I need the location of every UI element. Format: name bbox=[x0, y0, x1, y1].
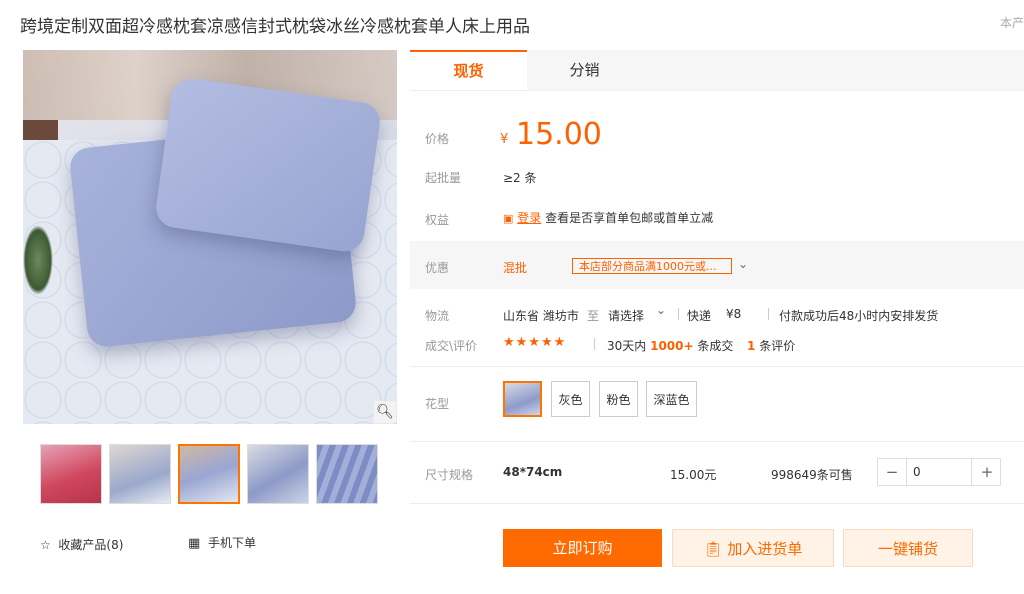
to-label: 至 bbox=[587, 309, 600, 323]
shipping-note: 付款成功后48小时内安排发货 bbox=[779, 309, 939, 323]
promo-detail[interactable]: 本店部分商品满1000元或... bbox=[572, 258, 732, 274]
mobile-order-label: 手机下单 bbox=[207, 536, 256, 550]
reviews-count: 1 bbox=[747, 339, 756, 353]
quantity-input[interactable]: 0 bbox=[906, 459, 972, 485]
price-value: 15.00 bbox=[516, 117, 602, 152]
pattern-option-gray[interactable]: 灰色 bbox=[551, 381, 590, 417]
favorite-button[interactable]: ☆ 收藏产品(8) bbox=[40, 536, 123, 553]
size-label: 尺寸规格 bbox=[425, 468, 474, 482]
tab-spot[interactable]: 现货 bbox=[410, 50, 527, 90]
reviews-link[interactable]: 1 条评价 bbox=[747, 337, 795, 354]
quantity-stepper: − 0 + bbox=[877, 458, 1001, 486]
rights-label: 权益 bbox=[425, 213, 450, 227]
price-label: 价格 bbox=[425, 132, 450, 146]
destination-select[interactable]: 请选择 bbox=[608, 307, 644, 324]
coupon-icon: ▣ bbox=[503, 212, 514, 225]
moq-value: ≥2 条 bbox=[503, 171, 537, 185]
minus-button[interactable]: − bbox=[878, 459, 906, 485]
pattern-option-pink[interactable]: 粉色 bbox=[599, 381, 638, 417]
order-now-button[interactable]: 立即订购 bbox=[503, 529, 662, 567]
thumbnail-5[interactable] bbox=[316, 444, 378, 504]
size-value: 48*74cm bbox=[503, 465, 563, 479]
deals-summary: 30天内 1000+ 条成交 bbox=[607, 339, 734, 353]
star-outline-icon: ☆ bbox=[40, 538, 51, 552]
login-link[interactable]: 登录 bbox=[517, 211, 541, 225]
moq-label: 起批量 bbox=[425, 171, 462, 185]
size-price: 15.00元 bbox=[670, 468, 717, 482]
deals-label: 成交\评价 bbox=[425, 339, 478, 353]
mobile-order-button[interactable]: ▦ 手机下单 bbox=[188, 534, 256, 551]
express-label: 快递 bbox=[687, 309, 712, 323]
thumbnail-4[interactable] bbox=[247, 444, 309, 504]
corner-text: 本产 bbox=[1000, 16, 1024, 30]
thumbnail-3[interactable] bbox=[178, 444, 240, 504]
currency-symbol: ¥ bbox=[500, 132, 509, 147]
rights-text: 查看是否享首单包邮或首单立减 bbox=[545, 211, 714, 225]
stock-available: 998649条可售 bbox=[771, 468, 853, 482]
pattern-option-navy[interactable]: 深蓝色 bbox=[646, 381, 697, 417]
tab-distribution[interactable]: 分销 bbox=[527, 50, 642, 90]
pillow-shape bbox=[153, 76, 383, 254]
deals-count: 1000+ bbox=[650, 339, 694, 353]
stock-tabs: 现货 分销 bbox=[410, 50, 1024, 91]
thumbnail-2[interactable] bbox=[109, 444, 171, 504]
logistics-label: 物流 bbox=[425, 309, 450, 323]
qr-code-icon: ▦ bbox=[188, 536, 201, 551]
express-fee: ¥8 bbox=[726, 307, 742, 321]
chevron-down-icon[interactable]: ⌄ bbox=[656, 303, 666, 317]
search-icon[interactable]: 🔍︎ bbox=[374, 401, 396, 423]
chevron-down-icon[interactable]: ⌄ bbox=[738, 257, 748, 271]
rights-row: ▣ 登录 查看是否享首单包邮或首单立减 bbox=[503, 209, 713, 226]
pattern-label: 花型 bbox=[425, 397, 450, 411]
thumbnail-1[interactable] bbox=[40, 444, 102, 504]
add-to-cart-button[interactable]: 📋︎ 加入进货单 bbox=[672, 529, 834, 567]
promo-type: 混批 bbox=[503, 261, 528, 275]
plus-button[interactable]: + bbox=[973, 459, 1001, 485]
rating-stars: ★★★★★ bbox=[503, 335, 567, 350]
product-title: 跨境定制双面超冷感枕套凉感信封式枕袋冰丝冷感枕套单人床上用品 bbox=[20, 17, 530, 37]
promo-label: 优惠 bbox=[425, 261, 450, 275]
clipboard-icon: 📋︎ bbox=[703, 540, 723, 558]
add-to-cart-label: 加入进货单 bbox=[727, 540, 803, 558]
origin-location: 山东省 潍坊市 bbox=[503, 309, 579, 323]
favorite-label: 收藏产品(8) bbox=[58, 538, 124, 552]
one-click-distribute-button[interactable]: 一键铺货 bbox=[843, 529, 973, 567]
main-product-image bbox=[23, 50, 397, 424]
pattern-image-option[interactable] bbox=[503, 381, 542, 417]
